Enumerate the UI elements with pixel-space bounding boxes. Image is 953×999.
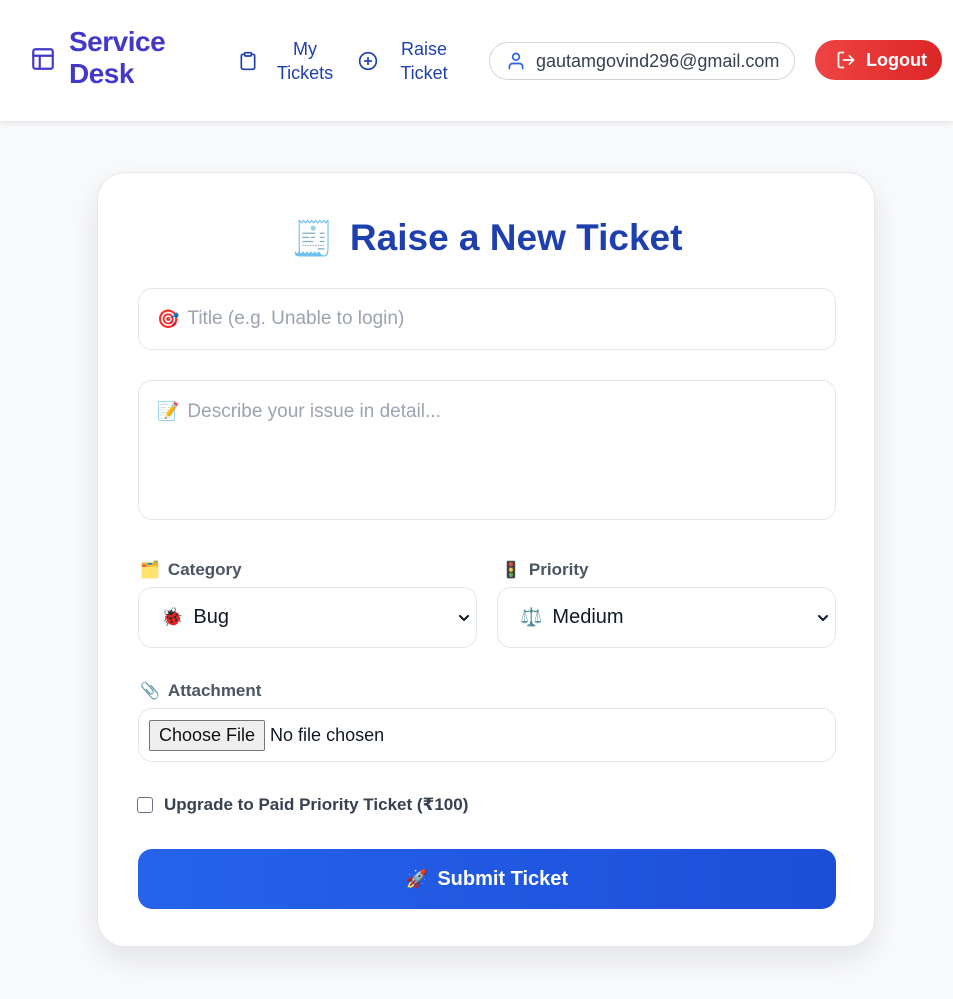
file-status: No file chosen xyxy=(270,724,385,745)
target-icon: 🎯 xyxy=(157,308,180,329)
nav-raise-ticket[interactable]: Raise Ticket xyxy=(358,37,452,85)
brand[interactable]: Service Desk xyxy=(30,26,179,90)
rocket-icon: 🚀 xyxy=(405,868,429,889)
bug-icon: 🐞 xyxy=(161,607,184,627)
receipt-icon: 🧾 xyxy=(291,220,334,258)
user-email-pill[interactable]: gautamgovind296@gmail.com xyxy=(489,42,795,80)
upgrade-option[interactable]: Upgrade to Paid Priority Ticket (₹100) xyxy=(137,795,468,815)
logout-label: Logout xyxy=(866,49,927,70)
user-email: gautamgovind296@gmail.com xyxy=(536,50,780,71)
log-out-icon xyxy=(837,51,855,69)
page-title: 🧾 Raise a New Ticket xyxy=(98,213,876,264)
user-icon xyxy=(508,52,524,70)
submit-ticket-button[interactable]: 🚀 Submit Ticket xyxy=(138,849,836,909)
upgrade-label: Upgrade to Paid Priority Ticket (₹100) xyxy=(164,795,469,814)
category-label-text: Category xyxy=(167,560,242,579)
title-input[interactable]: 🎯 Title (e.g. Unable to login) xyxy=(138,288,836,350)
nav-raise-ticket-label: Raise Ticket xyxy=(400,39,448,83)
upgrade-checkbox[interactable] xyxy=(137,797,153,813)
priority-selected-value: Medium xyxy=(552,606,624,628)
layout-panel-icon xyxy=(32,48,54,70)
traffic-light-icon: 🚦 xyxy=(501,562,521,579)
title-placeholder: Title (e.g. Unable to login) xyxy=(187,308,405,329)
nav-my-tickets[interactable]: My Tickets xyxy=(238,37,334,85)
top-header: Service Desk My Tickets Raise Ticket gau… xyxy=(0,0,953,121)
raise-ticket-card: 🧾 Raise a New Ticket 🎯 Title (e.g. Unable… xyxy=(97,172,875,947)
nav-my-tickets-label: My Tickets xyxy=(276,39,334,83)
chevron-down-icon xyxy=(818,615,828,621)
brand-title: Service Desk xyxy=(69,26,166,89)
priority-label-text: Priority xyxy=(528,560,589,579)
attachment-label: 📎 Attachment xyxy=(140,681,261,701)
description-placeholder: Describe your issue in detail... xyxy=(187,401,441,422)
priority-select[interactable]: ⚖️ Medium xyxy=(497,587,836,648)
attachment-label-text: Attachment xyxy=(167,681,262,700)
choose-file-button[interactable]: Choose File xyxy=(149,719,266,751)
category-label: 🗂️ Category xyxy=(140,560,242,580)
clipboard-icon xyxy=(240,51,256,71)
attachment-file-input[interactable]: Choose File No file chosen xyxy=(138,708,836,762)
description-textarea[interactable]: 📝 Describe your issue in detail... xyxy=(138,380,836,520)
paperclip-icon: 📎 xyxy=(140,683,160,700)
logout-button[interactable]: Logout xyxy=(815,40,942,80)
category-selected-value: Bug xyxy=(193,606,230,628)
chevron-down-icon xyxy=(459,615,469,621)
priority-label: 🚦 Priority xyxy=(501,560,588,580)
memo-icon: 📝 xyxy=(157,401,180,421)
submit-label: Submit Ticket xyxy=(437,867,569,890)
scales-icon: ⚖️ xyxy=(520,607,543,627)
category-select[interactable]: 🐞 Bug xyxy=(138,587,477,648)
plus-circle-icon xyxy=(358,51,378,71)
page-title-text: Raise a New Ticket xyxy=(349,217,683,258)
folder-icon: 🗂️ xyxy=(140,562,160,579)
